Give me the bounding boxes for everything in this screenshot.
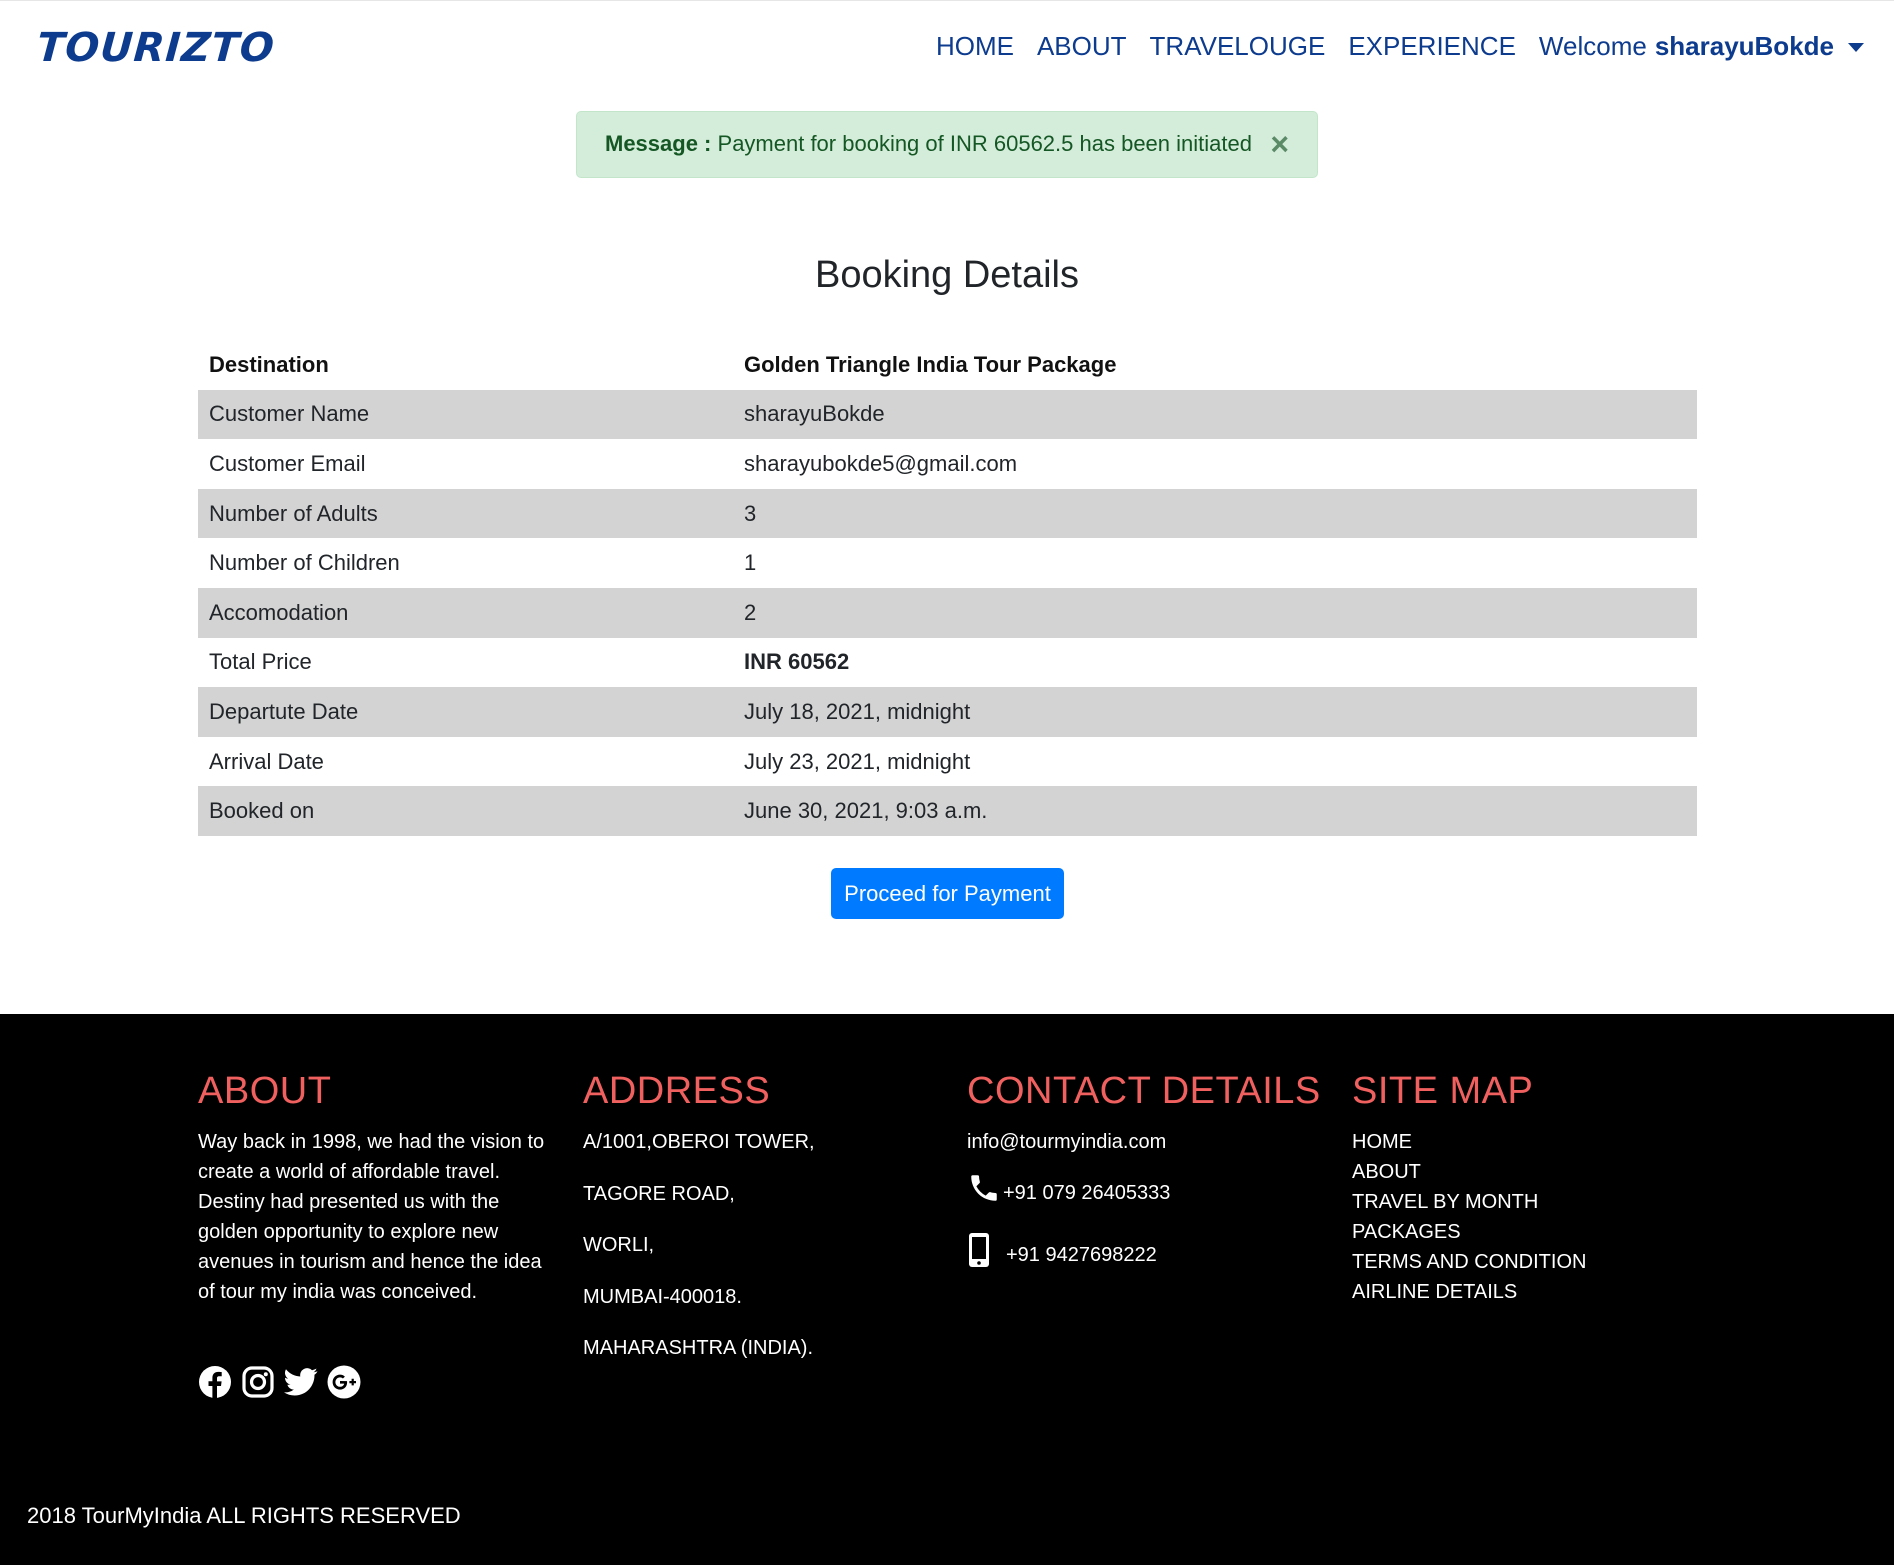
- destination-value: Golden Triangle India Tour Package: [744, 351, 1117, 377]
- table-row: Customer Email sharayubokde5@gmail.com: [198, 439, 1697, 489]
- footer-address: ADDRESS A/1001,OBEROI TOWER, TAGORE ROAD…: [583, 1070, 815, 1385]
- row-label: Customer Name: [198, 389, 733, 440]
- footer-address-title: ADDRESS: [583, 1070, 771, 1112]
- table-row: Accomodation 2: [198, 587, 1697, 638]
- phone-icon: [967, 1171, 1003, 1214]
- facebook-icon[interactable]: [198, 1365, 232, 1399]
- table-row: Number of Adults 3: [198, 488, 1697, 539]
- footer-sitemap: SITE MAP HOME ABOUT TRAVEL BY MONTH PACK…: [1352, 1070, 1586, 1307]
- username: sharayuBokde: [1654, 31, 1834, 61]
- address-line: MAHARASHTRA (INDIA).: [583, 1337, 814, 1359]
- sitemap-link-packages[interactable]: PACKAGES: [1352, 1217, 1586, 1247]
- footer-sitemap-title: SITE MAP: [1352, 1070, 1534, 1112]
- alert-text: Payment for booking of INR 60562.5 has b…: [717, 131, 1252, 156]
- footer: ABOUT Way back in 1998, we had the visio…: [0, 1014, 1894, 1565]
- row-label: Total Price: [209, 649, 312, 675]
- contact-phone[interactable]: +91 079 26405333: [1003, 1178, 1170, 1208]
- sitemap-link-terms[interactable]: TERMS AND CONDITION: [1352, 1247, 1586, 1277]
- row-value: June 30, 2021, 9:03 a.m.: [733, 786, 1697, 836]
- alert-label: Message :: [605, 131, 712, 156]
- table-row: Number of Children 1: [198, 538, 1697, 588]
- user-dropdown[interactable]: Welcome sharayuBokde: [1539, 31, 1864, 62]
- row-label: Arrival Date: [209, 748, 324, 774]
- contact-phone-row: +91 079 26405333: [967, 1171, 1321, 1214]
- mobile-icon: [967, 1232, 1006, 1277]
- row-value: sharayubokde5@gmail.com: [744, 450, 1018, 476]
- address-line: MUMBAI-400018.: [583, 1285, 742, 1308]
- address-line: WORLI,: [583, 1234, 655, 1256]
- table-row: Total Price INR 60562: [198, 638, 1697, 688]
- payment-alert: Message : Payment for booking of INR 605…: [576, 111, 1318, 178]
- table-row: Booked on June 30, 2021, 9:03 a.m.: [198, 786, 1697, 836]
- table-row: Departute Date July 18, 2021, midnight: [198, 687, 1697, 737]
- address-line: TAGORE ROAD,: [583, 1182, 735, 1205]
- chevron-down-icon: [1848, 43, 1864, 52]
- sitemap-link-home[interactable]: HOME: [1352, 1127, 1586, 1157]
- nav-links: HOME ABOUT TRAVELOUGE EXPERIENCE Welcome…: [913, 31, 1864, 62]
- page-title: Booking Details: [814, 254, 1080, 296]
- nav-about[interactable]: ABOUT: [1037, 31, 1127, 62]
- row-label: Booked on: [198, 786, 733, 836]
- row-label: Number of Children: [209, 550, 400, 576]
- address-line: A/1001,OBEROI TOWER,: [583, 1131, 815, 1153]
- row-value: 3: [733, 488, 1697, 539]
- row-value: 2: [733, 587, 1697, 638]
- sitemap-link-airline[interactable]: AIRLINE DETAILS: [1352, 1277, 1586, 1307]
- nav-travelouge[interactable]: TRAVELOUGE: [1150, 31, 1326, 62]
- twitter-icon[interactable]: [284, 1365, 318, 1399]
- booking-details-table: Destination Golden Triangle India Tour P…: [198, 340, 1697, 836]
- destination-label: Destination: [209, 351, 329, 377]
- row-value: July 23, 2021, midnight: [744, 748, 971, 774]
- row-label: Number of Adults: [198, 488, 733, 539]
- proceed-payment-button[interactable]: Proceed for Payment: [831, 868, 1064, 919]
- contact-email[interactable]: info@tourmyindia.com: [967, 1127, 1321, 1157]
- close-icon[interactable]: ×: [1270, 128, 1289, 160]
- navbar: TOURIZTO HOME ABOUT TRAVELOUGE EXPERIENC…: [0, 0, 1894, 100]
- nav-experience[interactable]: EXPERIENCE: [1348, 31, 1516, 62]
- sitemap-link-about[interactable]: ABOUT: [1352, 1157, 1586, 1187]
- contact-mobile[interactable]: +91 9427698222: [1006, 1240, 1157, 1270]
- footer-about: ABOUT Way back in 1998, we had the visio…: [198, 1070, 548, 1307]
- social-links: [198, 1365, 370, 1399]
- instagram-icon[interactable]: [241, 1365, 275, 1399]
- footer-about-title: ABOUT: [198, 1070, 332, 1112]
- table-row: Arrival Date July 23, 2021, midnight: [198, 737, 1697, 787]
- row-value: 1: [744, 550, 757, 576]
- table-row: Customer Name sharayuBokde: [198, 389, 1697, 440]
- google-plus-icon[interactable]: [327, 1365, 361, 1399]
- footer-about-text: Way back in 1998, we had the vision to c…: [198, 1131, 545, 1303]
- welcome-label: Welcome: [1538, 31, 1647, 61]
- row-label: Departute Date: [198, 687, 733, 737]
- row-value: sharayuBokde: [733, 389, 1697, 440]
- sitemap-link-travel-by-month[interactable]: TRAVEL BY MONTH: [1352, 1187, 1586, 1217]
- row-label: Customer Email: [209, 450, 366, 476]
- row-label: Accomodation: [198, 587, 733, 638]
- row-value: July 18, 2021, midnight: [733, 687, 1697, 737]
- footer-contact-title: CONTACT DETAILS: [967, 1070, 1321, 1112]
- brand-logo[interactable]: TOURIZTO: [35, 25, 276, 71]
- total-price-value: INR 60562: [744, 649, 850, 675]
- nav-home[interactable]: HOME: [936, 31, 1014, 62]
- copyright: 2018 TourMyIndia ALL RIGHTS RESERVED: [27, 1503, 461, 1528]
- contact-mobile-row: +91 9427698222: [967, 1232, 1321, 1277]
- table-header-row: Destination Golden Triangle India Tour P…: [198, 340, 1697, 390]
- footer-contact: CONTACT DETAILS info@tourmyindia.com +91…: [967, 1070, 1321, 1277]
